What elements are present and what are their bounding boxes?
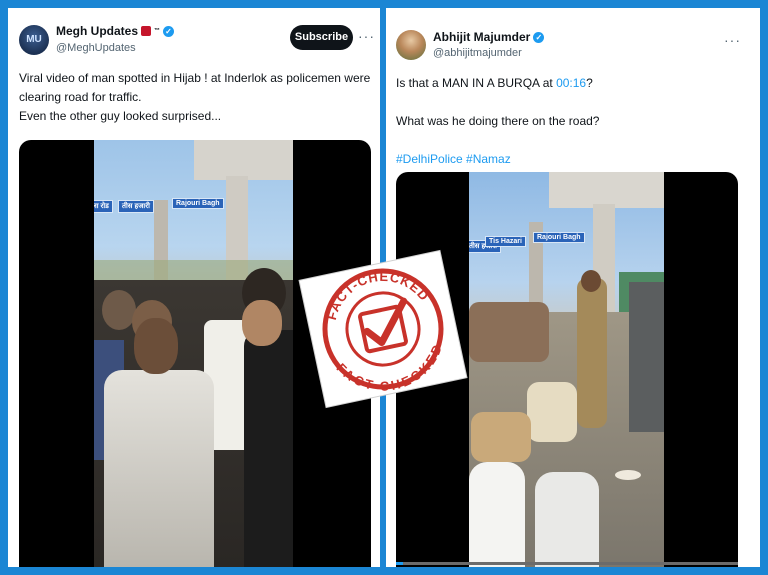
tweet-text: Viral video of man spotted in Hijab ! at… [19, 71, 371, 123]
video-progress-fill [396, 562, 403, 565]
tweet-text: Is that a MAN IN A BURQA at 00:16? What … [396, 74, 751, 169]
author-handle[interactable]: @MeghUpdates [56, 42, 136, 54]
road-sign: Rajouri Bagh [172, 198, 224, 209]
road-sign: ला रोड [94, 200, 113, 213]
author-handle[interactable]: @abhijitmajumder [433, 47, 522, 59]
verified-icon: ✓ [163, 25, 175, 37]
video-frame: ला रोड तीस हजारी Rajouri Bagh [94, 140, 293, 567]
author-name[interactable]: Abhijit Majumder ✓ [433, 30, 545, 44]
video-frame: तीस हजारी Tis Hazari Rajouri Bagh [469, 172, 664, 567]
avatar[interactable]: MU [19, 25, 49, 55]
video-progress-bar[interactable] [396, 562, 738, 565]
road-sign: Tis Hazari [485, 236, 526, 247]
timestamp-link[interactable]: 00:16 [556, 76, 586, 90]
author-name[interactable]: Megh Updates ™ ✓ [56, 24, 175, 38]
road-sign: Rajouri Bagh [533, 232, 585, 243]
hashtags[interactable]: #DelhiPolice #Namaz [396, 150, 751, 169]
verified-icon: ✓ [533, 31, 545, 43]
avatar[interactable] [396, 30, 426, 60]
subscribe-button[interactable]: Subscribe [290, 25, 353, 50]
more-icon[interactable]: ··· [724, 32, 741, 48]
more-icon[interactable]: ··· [358, 28, 375, 44]
road-sign: तीस हजारी [118, 200, 154, 213]
flag-badge-icon [141, 26, 152, 36]
trademark: ™ [154, 28, 161, 34]
